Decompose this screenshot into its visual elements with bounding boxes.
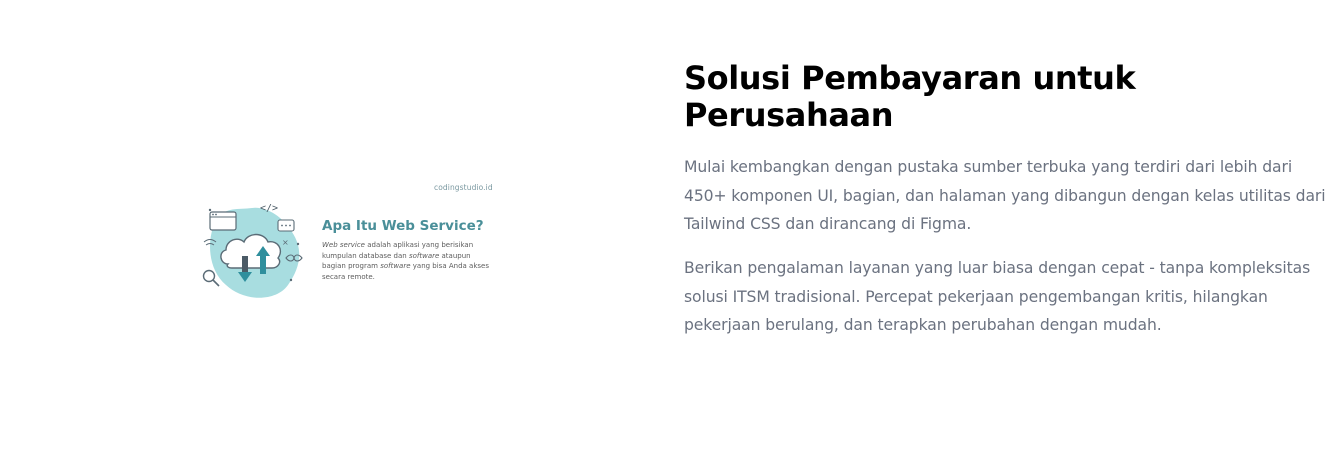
- illustration-body: Web service adalah aplikasi yang berisik…: [322, 240, 492, 282]
- section-heading: Solusi Pembayaran untuk Perusahaan: [684, 59, 1136, 134]
- illustration-body-em2: software: [380, 262, 411, 271]
- section-paragraph-1: Mulai kembangkan dengan pustaka sumber t…: [684, 158, 1326, 233]
- illustration-body-em: software: [408, 251, 440, 260]
- illustration-title: Apa Itu Web Service?: [322, 218, 484, 234]
- illustration-site-label: codingstudio.id: [434, 183, 493, 192]
- web-service-illustration: </> × codingstudio.id Apa Itu Web Servic…: [196, 180, 496, 310]
- section-paragraph-2: Berikan pengalaman layanan yang luar bia…: [684, 259, 1311, 334]
- cloud-transfer-icon: </> ×: [202, 203, 303, 298]
- feature-section: </> × codingstudio.id Apa Itu Web Servic…: [0, 0, 1334, 471]
- svg-text:×: ×: [282, 238, 289, 247]
- illustration-body-lead: Web service: [322, 241, 365, 249]
- svg-text:</>: </>: [260, 203, 278, 214]
